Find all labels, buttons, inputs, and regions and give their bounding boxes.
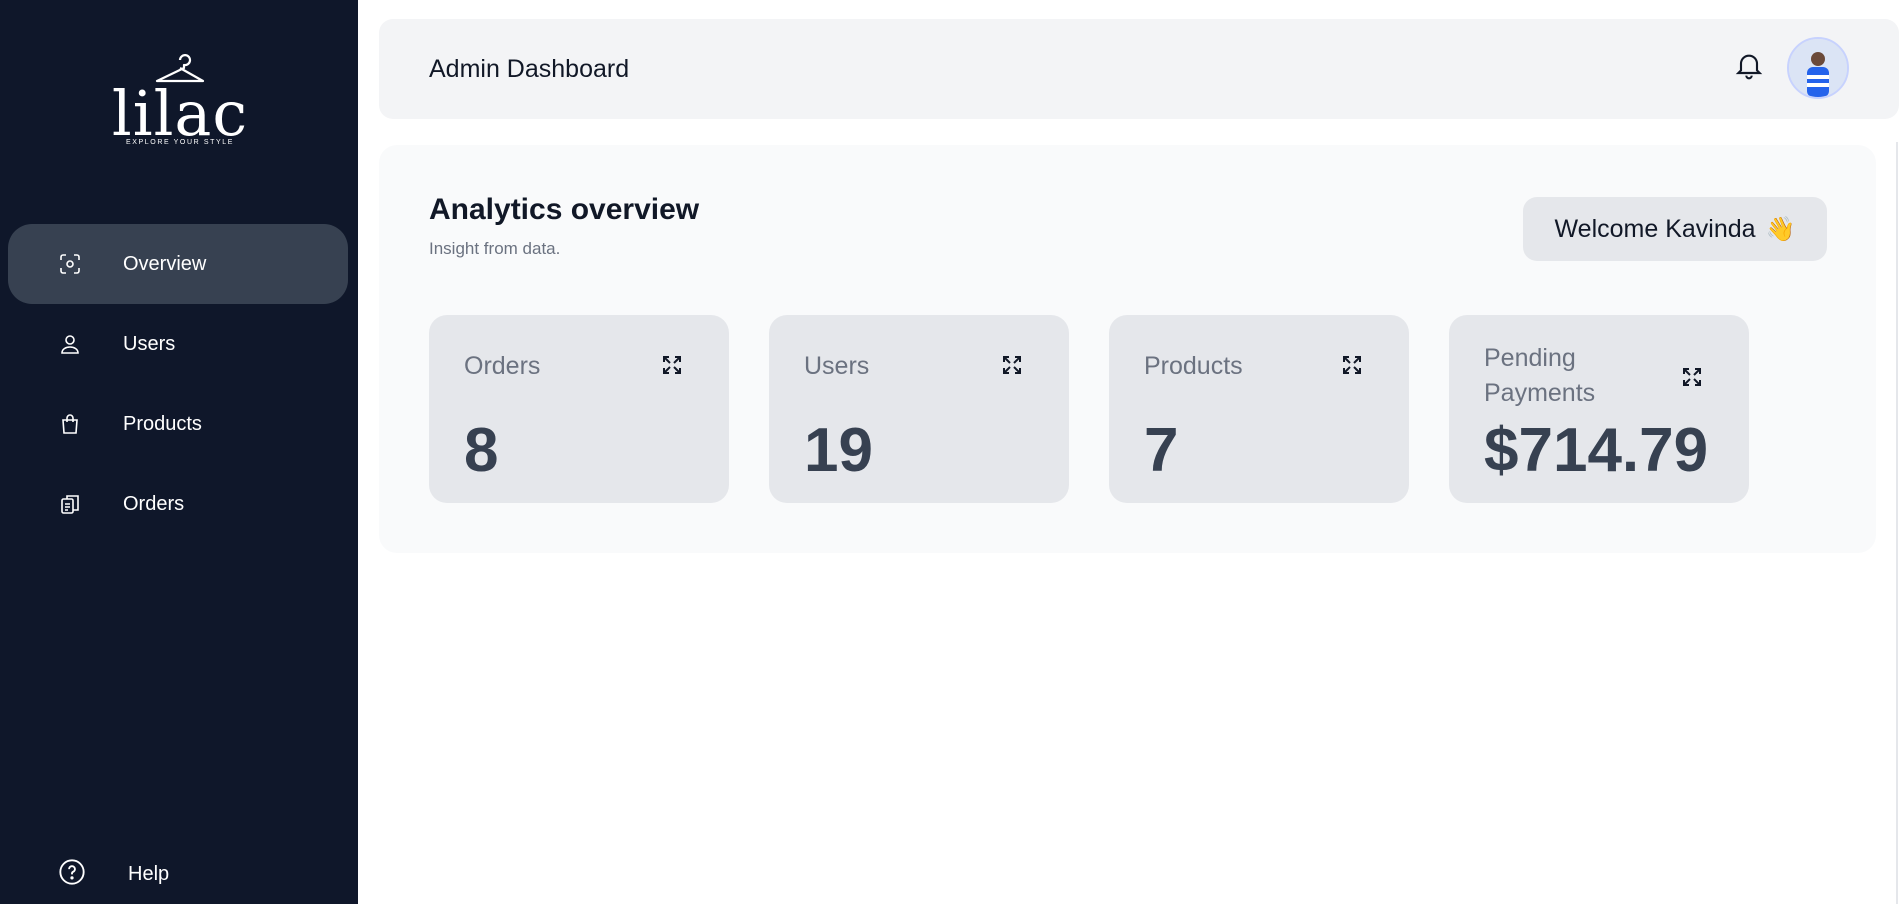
shopping-bag-icon	[62, 414, 78, 434]
top-bar: Admin Dashboard	[379, 19, 1899, 119]
stat-card-value: $714.79	[1484, 416, 1709, 485]
stat-card-value: 8	[464, 416, 499, 485]
sidebar-item-orders[interactable]: Orders	[8, 464, 348, 544]
stat-card-value: 7	[1144, 416, 1179, 485]
user-icon	[61, 335, 79, 354]
stat-card-users[interactable]: Users 19	[769, 315, 1069, 503]
stat-card-pending-payments[interactable]: Pending Payments $714.79	[1449, 315, 1749, 503]
stat-card-orders[interactable]: Orders 8	[429, 315, 729, 503]
expand-icon[interactable]	[1000, 353, 1024, 377]
expand-icon[interactable]	[1340, 353, 1364, 377]
orders-icon	[61, 495, 79, 514]
sidebar-item-label: Products	[123, 412, 202, 435]
sidebar-item-label: Orders	[123, 492, 185, 515]
brand-logo[interactable]: lilac EXPLORE YOUR STYLE	[100, 52, 260, 152]
expand-icon[interactable]	[660, 353, 684, 377]
bell-icon[interactable]	[1733, 49, 1765, 81]
page-title: Admin Dashboard	[429, 55, 630, 83]
stat-card-title: Pending Payments	[1484, 344, 1596, 407]
sidebar-item-label: Overview	[123, 252, 207, 275]
stat-card-title: Products	[1144, 352, 1243, 380]
waving-hand-icon: 👋	[1765, 215, 1796, 243]
sidebar: lilac EXPLORE YOUR STYLE Overview Users …	[0, 0, 358, 904]
analytics-panel: Analytics overview Insight from data. We…	[379, 145, 1876, 553]
stat-card-title: Users	[804, 352, 870, 380]
help-label: Help	[128, 863, 170, 885]
welcome-text: Welcome Kavinda	[1554, 214, 1756, 243]
overview-icon	[60, 254, 80, 274]
help-link[interactable]: Help	[58, 858, 258, 890]
sidebar-item-products[interactable]: Products	[8, 384, 348, 464]
stat-card-value: 19	[804, 416, 873, 485]
sidebar-item-overview[interactable]: Overview	[8, 224, 348, 304]
sidebar-item-label: Users	[123, 332, 176, 355]
expand-icon[interactable]	[1680, 365, 1704, 389]
logo-tagline: EXPLORE YOUR STYLE	[125, 139, 235, 146]
stat-card-products[interactable]: Products 7	[1109, 315, 1409, 503]
section-subheading: Insight from data.	[429, 239, 561, 258]
logo-wordmark: lilac	[111, 77, 249, 150]
section-heading: Analytics overview	[429, 193, 700, 226]
stat-card-title: Orders	[464, 352, 541, 380]
sidebar-item-users[interactable]: Users	[8, 304, 348, 384]
welcome-badge: Welcome Kavinda 👋	[1523, 197, 1827, 261]
avatar-image	[1789, 39, 1847, 97]
help-icon	[59, 859, 85, 885]
scrollbar-track[interactable]	[1896, 142, 1898, 904]
user-avatar[interactable]	[1787, 37, 1849, 99]
